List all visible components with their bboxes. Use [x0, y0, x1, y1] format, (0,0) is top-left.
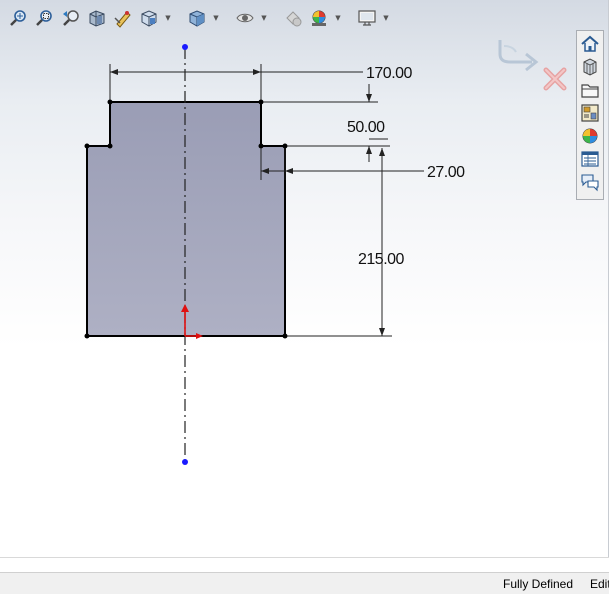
view-palette-icon[interactable]	[578, 102, 602, 124]
dimension-lower-height-value[interactable]: 215.00	[358, 251, 405, 268]
graphics-area[interactable]: ▼ ▼ ▼ ▼ ▼ 170.00 50.00 27.00 215.00	[0, 0, 609, 560]
sketch-profile[interactable]	[86, 101, 286, 337]
dimension-step-offset[interactable]	[260, 148, 424, 180]
dimension-step-height-value[interactable]: 50.00	[347, 119, 386, 136]
status-bar: Fully Defined Edit	[0, 572, 609, 594]
centerline-endpoint-bottom[interactable]	[182, 459, 188, 465]
edit-mode-indicator[interactable]: Edit	[590, 577, 609, 591]
task-pane-tabs	[576, 30, 604, 200]
dimension-top-width[interactable]	[109, 64, 363, 100]
appearances-icon[interactable]	[578, 125, 602, 147]
sketch-canvas[interactable]: 170.00 50.00 27.00 215.00	[0, 0, 576, 560]
centerline-endpoint-top[interactable]	[182, 44, 188, 50]
custom-properties-icon[interactable]	[578, 148, 602, 170]
file-explorer-icon[interactable]	[578, 79, 602, 101]
home-icon[interactable]	[578, 33, 602, 55]
forum-icon[interactable]	[578, 171, 602, 193]
dimension-lower-height[interactable]	[287, 148, 392, 337]
horizontal-scrollbar[interactable]	[0, 557, 609, 572]
sketch-status: Fully Defined	[503, 577, 574, 591]
design-library-icon[interactable]	[578, 56, 602, 78]
dimension-top-width-value[interactable]: 170.00	[366, 65, 413, 82]
dimension-step-offset-value[interactable]: 27.00	[427, 164, 466, 181]
